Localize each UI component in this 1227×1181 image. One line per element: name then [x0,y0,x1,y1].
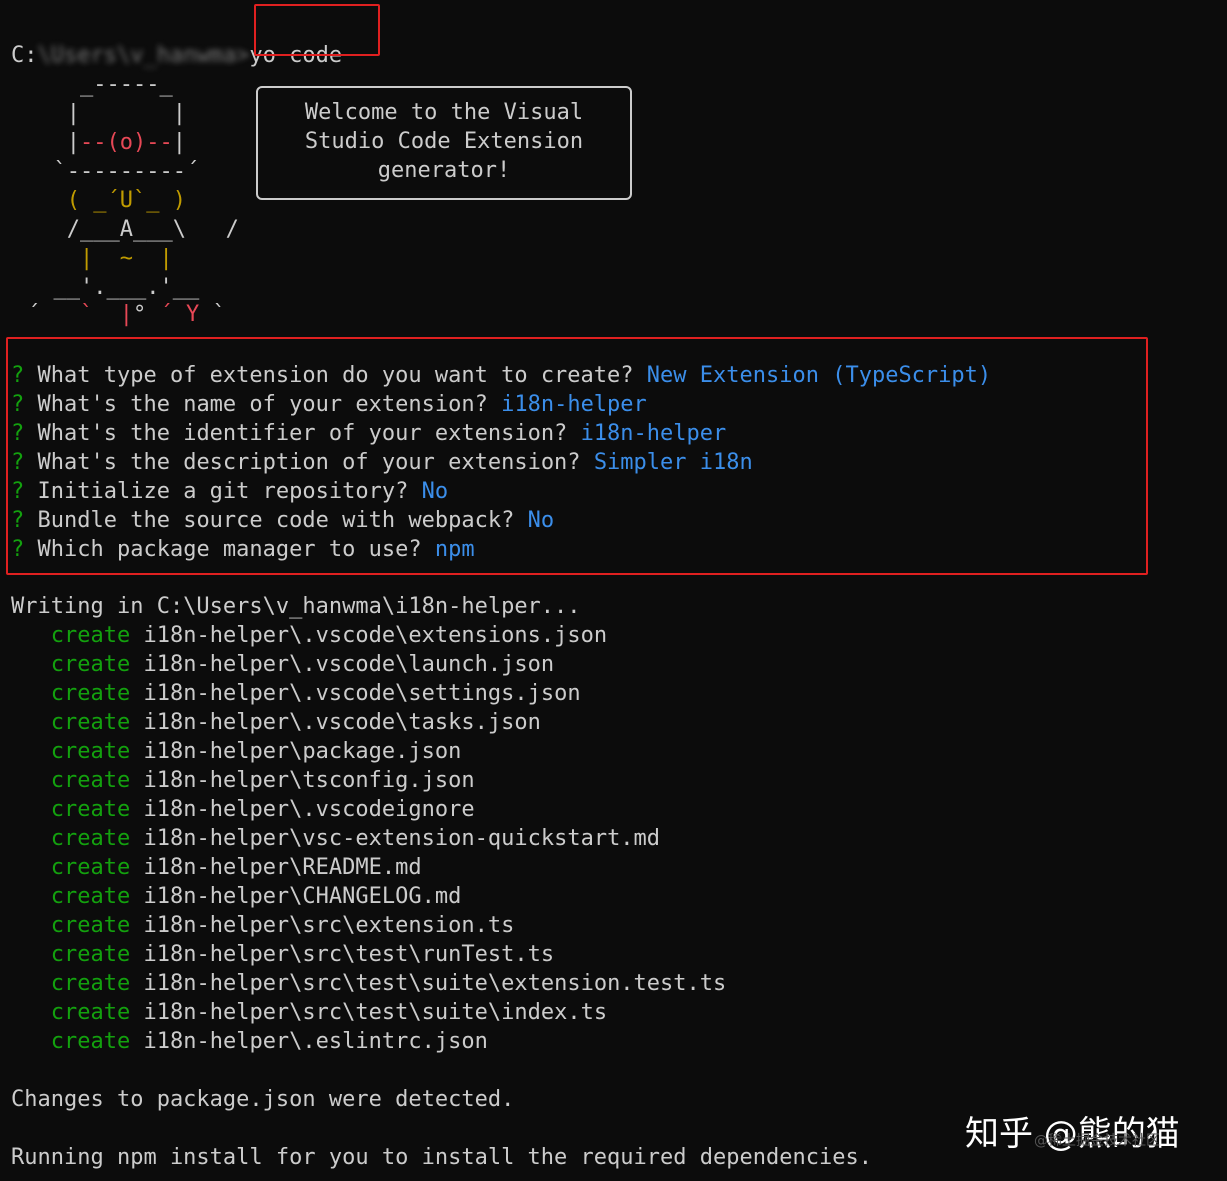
create-line: create i18n-helper\.vscodeignore [11,795,475,824]
question-answer: No [527,508,555,533]
created-file-path: i18n-helper\package.json [143,739,462,764]
create-line: create i18n-helper\src\test\runTest.ts [11,940,554,969]
create-line: create i18n-helper\src\extension.ts [11,911,515,940]
ascii-line-7: | ~ | [27,246,239,271]
question-answer: No [421,479,449,504]
created-file-path: i18n-helper\tsconfig.json [143,768,475,793]
create-line: create i18n-helper\.vscode\launch.json [11,650,554,679]
question-answer: Simpler i18n [593,450,753,475]
created-file-path: i18n-helper\src\test\suite\extension.tes… [143,971,727,996]
question-mark: ? [11,450,25,475]
changes-detected-line: Changes to package.json were detected. [11,1087,515,1112]
running-npm-install-line: Running npm install for you to install t… [11,1145,872,1170]
create-line: create i18n-helper\.eslintrc.json [11,1027,488,1056]
create-line: create i18n-helper\.vscode\settings.json [11,679,581,708]
create-line: create i18n-helper\vsc-extension-quickst… [11,824,660,853]
created-file-path: i18n-helper\.vscode\tasks.json [143,710,541,735]
create-label: create [50,884,131,909]
question-mark: ? [11,421,25,446]
juejin-watermark: @稀土掘金技术社区 [1034,1133,1160,1149]
question-mark: ? [11,363,25,388]
question-text: Bundle the source code with webpack? [37,508,515,533]
create-line: create i18n-helper\.vscode\extensions.js… [11,621,607,650]
question-answer: i18n-helper [501,392,647,417]
created-file-path: i18n-helper\vsc-extension-quickstart.md [143,826,661,851]
question-line: ? Initialize a git repository? No [11,477,448,506]
prompt-path-prefix: C: [11,43,38,68]
created-file-path: i18n-helper\src\test\suite\index.ts [143,1000,608,1025]
command-highlight-box [254,4,380,56]
question-text: Which package manager to use? [37,537,422,562]
question-text: What's the identifier of your extension? [37,421,568,446]
question-text: Initialize a git repository? [37,479,409,504]
writing-line: Writing in C:\Users\v_hanwma\i18n-helper… [11,594,581,619]
create-label: create [50,623,131,648]
question-mark: ? [11,537,25,562]
created-file-path: i18n-helper\CHANGELOG.md [143,884,462,909]
question-answer: New Extension (TypeScript) [646,363,992,388]
created-file-path: i18n-helper\.eslintrc.json [143,1029,488,1054]
create-label: create [50,652,131,677]
question-mark: ? [11,479,25,504]
created-file-path: i18n-helper\.vscode\launch.json [143,652,555,677]
created-file-path: i18n-helper\src\extension.ts [143,913,515,938]
question-answer: i18n-helper [580,421,727,446]
create-label: create [50,913,131,938]
create-label: create [50,1029,131,1054]
create-line: create i18n-helper\CHANGELOG.md [11,882,462,911]
welcome-line-3: generator! [377,158,511,183]
question-mark: ? [11,392,25,417]
ascii-line-3: |--(o)--| [27,130,226,155]
question-answer: npm [434,537,475,562]
create-label: create [50,739,131,764]
create-label: create [50,855,131,880]
create-line: create i18n-helper\src\test\suite\extens… [11,969,727,998]
question-line: ? Which package manager to use? npm [11,535,475,564]
create-label: create [50,942,131,967]
create-line: create i18n-helper\src\test\suite\index.… [11,998,607,1027]
create-label: create [50,1000,131,1025]
welcome-line-1: Welcome to the Visual [304,100,584,125]
question-line: ? What's the name of your extension? i18… [11,390,647,419]
question-text: What's the name of your extension? [37,392,488,417]
ascii-line-6: /___A___\ / [27,217,239,242]
create-label: create [50,768,131,793]
create-label: create [50,797,131,822]
create-label: create [50,826,131,851]
created-file-path: i18n-helper\README.md [143,855,422,880]
create-label: create [50,710,131,735]
question-line: ? What type of extension do you want to … [11,361,991,390]
question-line: ? What's the identifier of your extensio… [11,419,726,448]
question-text: What's the description of your extension… [37,450,581,475]
ascii-line-8: __'.___.'__ [27,275,239,300]
create-label: create [50,681,131,706]
create-line: create i18n-helper\README.md [11,853,422,882]
ascii-line-5: ( _´U`_ ) [27,188,226,213]
created-file-path: i18n-helper\.vscode\settings.json [143,681,581,706]
create-line: create i18n-helper\package.json [11,737,462,766]
welcome-box: Welcome to the Visual Studio Code Extensi… [256,86,632,200]
created-file-path: i18n-helper\.vscode\extensions.json [143,623,608,648]
question-line: ? Bundle the source code with webpack? N… [11,506,554,535]
create-label: create [50,971,131,996]
question-line: ? What's the description of your extensi… [11,448,753,477]
created-file-path: i18n-helper\.vscodeignore [143,797,475,822]
ascii-line-2: | | [27,101,226,126]
welcome-text: Welcome to the Visual Studio Code Extensi… [258,98,630,185]
ascii-line-9: ´ ` |° ´ Y ` [27,302,226,327]
create-line: create i18n-helper\.vscode\tasks.json [11,708,541,737]
welcome-line-2: Studio Code Extension [304,129,584,154]
created-file-path: i18n-helper\src\test\runTest.ts [143,942,555,967]
ascii-line-1: _-----_ [27,72,226,97]
question-mark: ? [11,508,25,533]
prompt-path-obscured: \Users\v_hanwma> [37,43,250,68]
ascii-line-4: `---------´ [27,159,226,184]
create-line: create i18n-helper\tsconfig.json [11,766,475,795]
question-text: What type of extension do you want to cr… [37,363,634,388]
